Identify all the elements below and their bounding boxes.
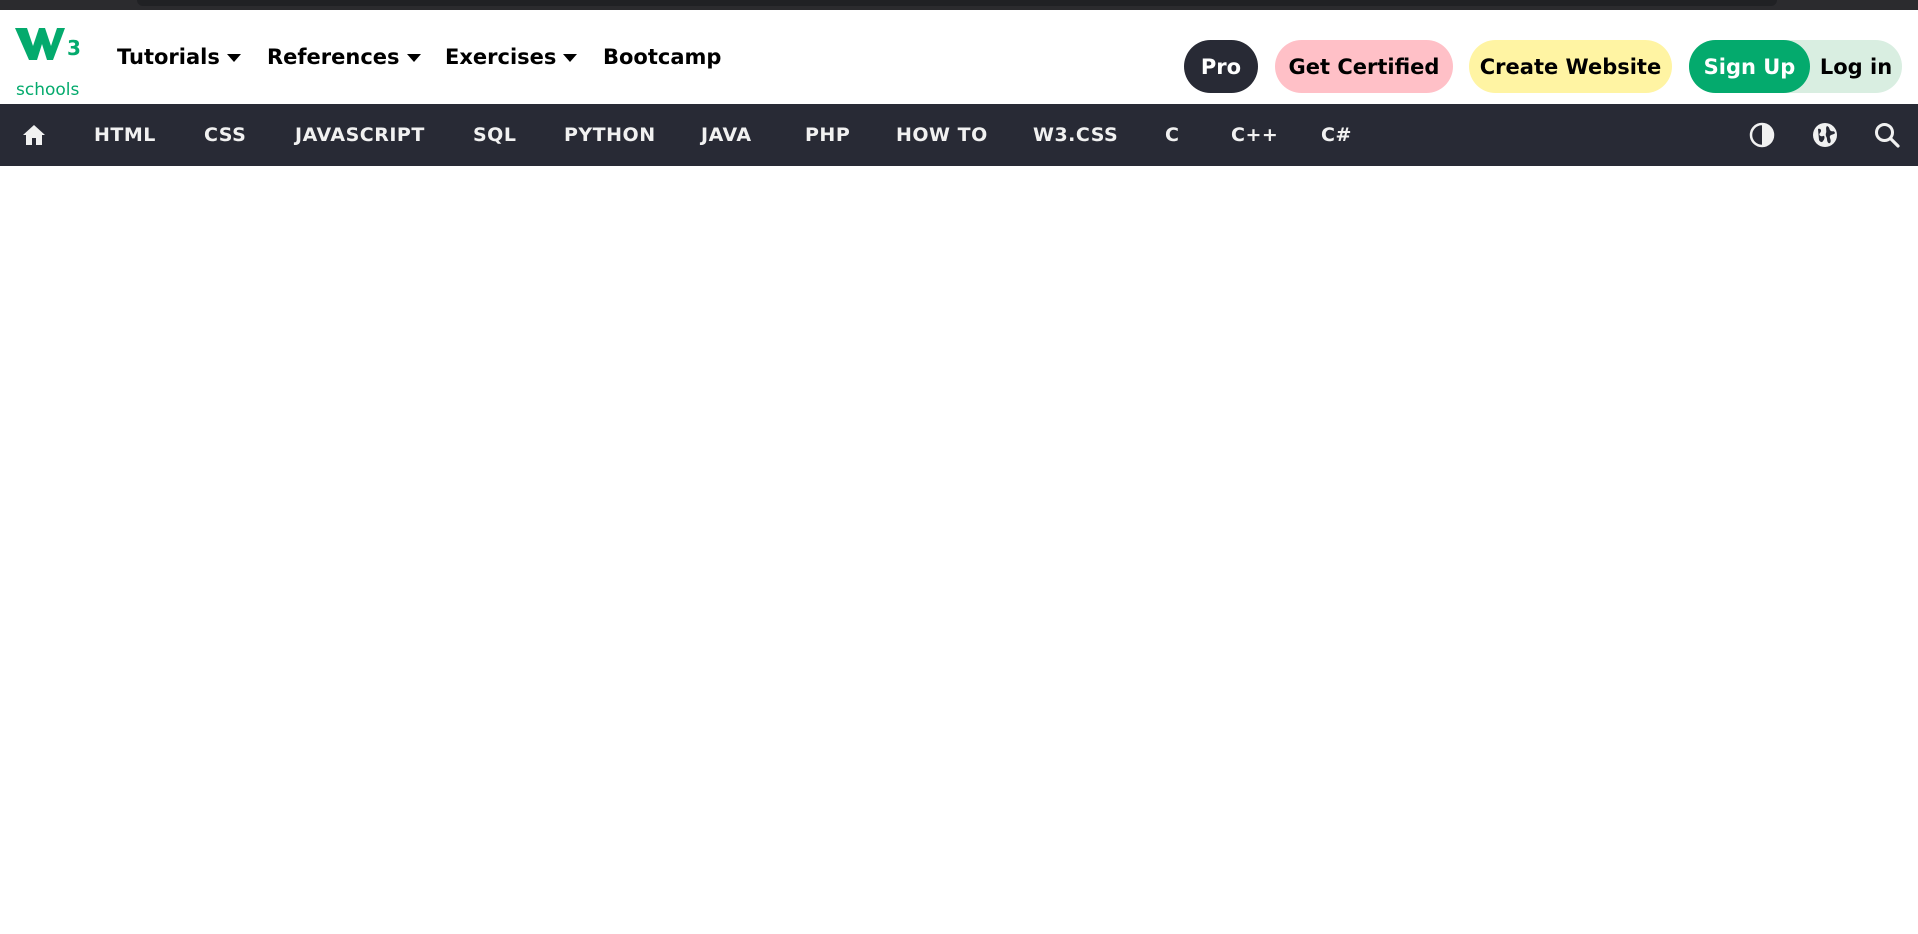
- browser-top-strip: [0, 0, 1918, 10]
- log-in-button[interactable]: Log in: [1810, 40, 1902, 93]
- globe-icon[interactable]: [1812, 122, 1838, 148]
- subject-navbar: HTML CSS JAVASCRIPT SQL PYTHON JAVA PHP …: [0, 104, 1918, 166]
- menu-exercises[interactable]: Exercises: [445, 40, 578, 74]
- pro-button[interactable]: Pro: [1184, 40, 1258, 93]
- nav-link-python[interactable]: PYTHON: [564, 104, 656, 166]
- menu-bootcamp-label: Bootcamp: [603, 45, 722, 69]
- home-icon-svg: [23, 125, 45, 145]
- menu-exercises-label: Exercises: [445, 45, 557, 69]
- caret-down-icon: [563, 54, 578, 62]
- contrast-icon[interactable]: [1749, 122, 1775, 148]
- sign-up-button[interactable]: Sign Up: [1689, 40, 1810, 93]
- w3-logo-icon: [15, 28, 65, 60]
- home-icon[interactable]: [22, 123, 46, 147]
- caret-down-icon: [226, 54, 241, 62]
- globe-icon-svg: [1813, 123, 1837, 147]
- nav-link-sql[interactable]: SQL: [473, 104, 516, 166]
- nav-link-java[interactable]: JAVA: [701, 104, 752, 166]
- nav-link-how-to[interactable]: HOW TO: [896, 104, 988, 166]
- nav-link-cpp[interactable]: C++: [1231, 104, 1278, 166]
- nav-link-w3css[interactable]: W3.CSS: [1033, 104, 1118, 166]
- nav-link-html[interactable]: HTML: [94, 104, 156, 166]
- search-icon[interactable]: [1874, 122, 1900, 148]
- logo-text: schools: [16, 80, 80, 100]
- menu-references-label: References: [267, 45, 400, 69]
- search-icon-svg: [1875, 123, 1900, 148]
- main-content-area: [0, 166, 1918, 934]
- menu-tutorials-label: Tutorials: [117, 45, 220, 69]
- nav-link-javascript[interactable]: JAVASCRIPT: [295, 104, 425, 166]
- auth-button-group: Sign Up Log in: [1689, 40, 1902, 93]
- create-website-button[interactable]: Create Website: [1469, 40, 1672, 93]
- w3schools-logo[interactable]: 3 schools: [15, 24, 85, 100]
- logo-superscript: 3: [67, 36, 81, 60]
- browser-tab-edge: [137, 0, 1777, 6]
- menu-bootcamp[interactable]: Bootcamp: [603, 40, 721, 74]
- nav-link-c[interactable]: C: [1165, 104, 1179, 166]
- menu-references[interactable]: References: [267, 40, 421, 74]
- top-header: 3 schools Tutorials References Exercises…: [0, 10, 1918, 104]
- nav-link-php[interactable]: PHP: [805, 104, 850, 166]
- contrast-icon-svg: [1749, 122, 1775, 148]
- caret-down-icon: [406, 54, 421, 62]
- nav-link-csharp[interactable]: C#: [1321, 104, 1352, 166]
- get-certified-button[interactable]: Get Certified: [1275, 40, 1453, 93]
- menu-tutorials[interactable]: Tutorials: [117, 40, 241, 74]
- nav-link-css[interactable]: CSS: [204, 104, 246, 166]
